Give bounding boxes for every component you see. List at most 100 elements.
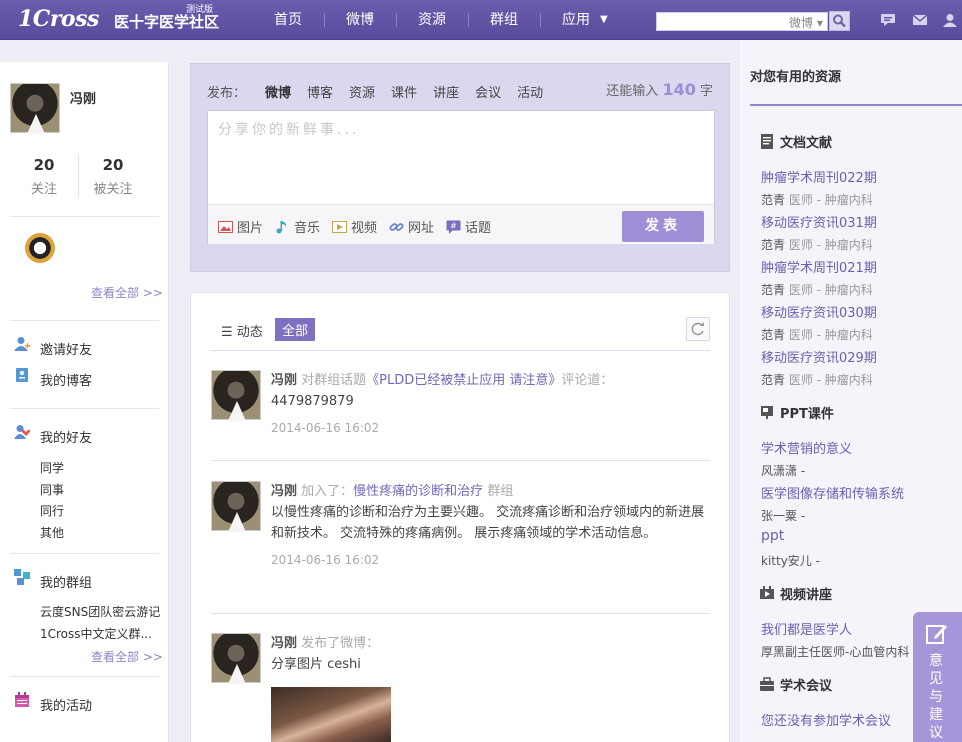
- feed-item-time: 2014-06-16 16:02: [271, 421, 380, 435]
- post-cat-blog[interactable]: 博客: [307, 82, 333, 101]
- following-count[interactable]: 20: [14, 156, 74, 174]
- author-name[interactable]: 范青: [761, 283, 785, 297]
- section-docs: 文档文献: [760, 132, 832, 151]
- profile-name[interactable]: 冯刚: [70, 88, 96, 107]
- search-input[interactable]: [657, 13, 785, 30]
- refresh-icon: [691, 322, 704, 336]
- nav-groups[interactable]: 群组: [468, 0, 540, 40]
- search-button[interactable]: [829, 11, 850, 31]
- author-dept: 医师 - 肿瘤内科: [788, 283, 873, 297]
- post-cat-weibo[interactable]: 微博: [265, 82, 291, 101]
- groups-view-all-link[interactable]: 查看全部 >>: [91, 648, 163, 665]
- friend-group-peers[interactable]: 同行: [40, 502, 162, 519]
- invite-friends-link[interactable]: 邀请好友: [40, 339, 92, 358]
- post-label: 发布：: [207, 86, 247, 101]
- section-video: 视频讲座: [760, 584, 832, 603]
- music-icon: [276, 220, 287, 233]
- avatar[interactable]: [211, 633, 261, 683]
- video-icon: [332, 220, 347, 233]
- view-all-link[interactable]: 查看全部 >>: [91, 284, 163, 301]
- post-cat-activity[interactable]: 活动: [517, 82, 543, 101]
- message-icon[interactable]: [880, 13, 896, 27]
- mail-icon[interactable]: [912, 13, 928, 27]
- resource-link[interactable]: 医学图像存储和传输系统: [761, 483, 904, 502]
- group-item[interactable]: 云度SNS团队密云游记: [40, 603, 162, 620]
- section-meeting: 学术会议: [760, 675, 832, 694]
- resource-link[interactable]: 我们都是医学人: [761, 619, 852, 638]
- post-composer: 发布： 微博 博客 资源 课件 讲座 会议 活动 还能输入 140 字 分享你的…: [190, 63, 730, 272]
- my-friends-link[interactable]: 我的好友: [40, 427, 92, 446]
- resource-author[interactable]: 风潇潇 -: [761, 462, 805, 479]
- post-textarea[interactable]: 分享你的新鲜事... 图片 音乐 视频 网址 # 话题 发表: [207, 110, 715, 244]
- author-name[interactable]: 范青: [761, 193, 785, 207]
- my-groups-link[interactable]: 我的群组: [40, 572, 92, 591]
- section-ppt-title: PPT课件: [780, 407, 834, 422]
- resource-author[interactable]: 张一粟 -: [761, 507, 805, 524]
- meeting-empty-link[interactable]: 您还没有参加学术会议: [761, 710, 891, 729]
- group-item[interactable]: 1Cross中文定义群...: [40, 625, 162, 642]
- resource-author: 范青 医师 - 肿瘤内科: [761, 326, 873, 343]
- post-cat-meeting[interactable]: 会议: [475, 82, 501, 101]
- feed-item-photo[interactable]: [271, 687, 391, 742]
- profile-avatar[interactable]: [10, 83, 60, 133]
- nav-weibo[interactable]: 微博: [324, 0, 396, 40]
- resource-link[interactable]: ppt: [761, 528, 784, 544]
- friend-group-classmates[interactable]: 同学: [40, 459, 162, 476]
- feed-item-author[interactable]: 冯刚: [271, 484, 297, 499]
- followers-label[interactable]: 被关注: [83, 178, 143, 197]
- resource-author[interactable]: 厚黑副主任医师-心血管内科: [761, 643, 909, 660]
- feed-item-author[interactable]: 冯刚: [271, 373, 297, 388]
- feed-tabs: ☰ 动态 全部: [211, 317, 710, 351]
- friend-group-other[interactable]: 其他: [40, 524, 162, 541]
- resource-link[interactable]: 肿瘤学术周刊021期: [761, 257, 877, 276]
- svg-text:#: #: [450, 221, 457, 230]
- resource-link[interactable]: 学术营销的意义: [761, 438, 852, 457]
- my-blog-link[interactable]: 我的博客: [40, 370, 92, 389]
- tab-all[interactable]: 全部: [275, 318, 316, 341]
- resource-author[interactable]: kitty安儿 -: [761, 552, 820, 569]
- post-cat-courseware[interactable]: 课件: [391, 82, 417, 101]
- nav-home[interactable]: 首页: [252, 0, 324, 40]
- left-sidebar: 冯刚 20 关注 20 被关注 查看全部 >> 邀请好友 我的博客 我的好友 同…: [0, 62, 169, 742]
- tool-topic[interactable]: # 话题: [446, 217, 491, 236]
- feedback-button[interactable]: 意见与建议: [913, 612, 962, 742]
- avatar[interactable]: [211, 481, 261, 531]
- tool-music[interactable]: 音乐: [275, 217, 320, 236]
- friends-icon: [14, 425, 30, 439]
- resource-link[interactable]: 移动医疗资讯031期: [761, 212, 877, 231]
- section-meeting-title: 学术会议: [780, 679, 833, 694]
- refresh-button[interactable]: [686, 317, 710, 341]
- resource-link[interactable]: 肿瘤学术周刊022期: [761, 167, 877, 186]
- calendar-icon: [15, 692, 29, 707]
- post-category-tabs: 微博 博客 资源 课件 讲座 会议 活动: [265, 82, 543, 101]
- post-cat-lecture[interactable]: 讲座: [433, 82, 459, 101]
- author-name[interactable]: 范青: [761, 328, 785, 342]
- following-label[interactable]: 关注: [14, 178, 74, 197]
- tool-image[interactable]: 图片: [218, 217, 263, 236]
- tool-url[interactable]: 网址: [389, 217, 434, 236]
- nav-resources[interactable]: 资源: [396, 0, 468, 40]
- feed-item-action: 对群组话题: [301, 373, 367, 388]
- avatar[interactable]: [211, 370, 261, 420]
- feed-item-author[interactable]: 冯刚: [271, 636, 297, 651]
- tool-video[interactable]: 视频: [332, 217, 377, 236]
- feed-item-link[interactable]: 《PLDD已经被禁止应用 请注意》: [366, 373, 561, 388]
- author-name[interactable]: 范青: [761, 238, 785, 252]
- post-cat-resource[interactable]: 资源: [349, 82, 375, 101]
- followers-count[interactable]: 20: [83, 156, 143, 174]
- divider: [10, 320, 159, 321]
- author-name[interactable]: 范青: [761, 373, 785, 387]
- resource-link[interactable]: 移动医疗资讯030期: [761, 302, 877, 321]
- logo[interactable]: 1Cross: [18, 6, 99, 32]
- nav-apps[interactable]: 应用: [540, 0, 612, 40]
- feed-item-link[interactable]: 慢性疼痛的诊断和治疗: [353, 484, 483, 499]
- user-icon[interactable]: [942, 13, 958, 27]
- friend-group-colleagues[interactable]: 同事: [40, 481, 162, 498]
- badge-icon[interactable]: [25, 233, 55, 263]
- tab-activity[interactable]: ☰ 动态: [221, 321, 263, 340]
- my-activities-link[interactable]: 我的活动: [40, 695, 92, 714]
- publish-button[interactable]: 发表: [622, 211, 704, 242]
- link-icon: [389, 222, 404, 231]
- search-scope-select[interactable]: 微博 ▾: [789, 14, 823, 31]
- resource-link[interactable]: 移动医疗资讯029期: [761, 347, 877, 366]
